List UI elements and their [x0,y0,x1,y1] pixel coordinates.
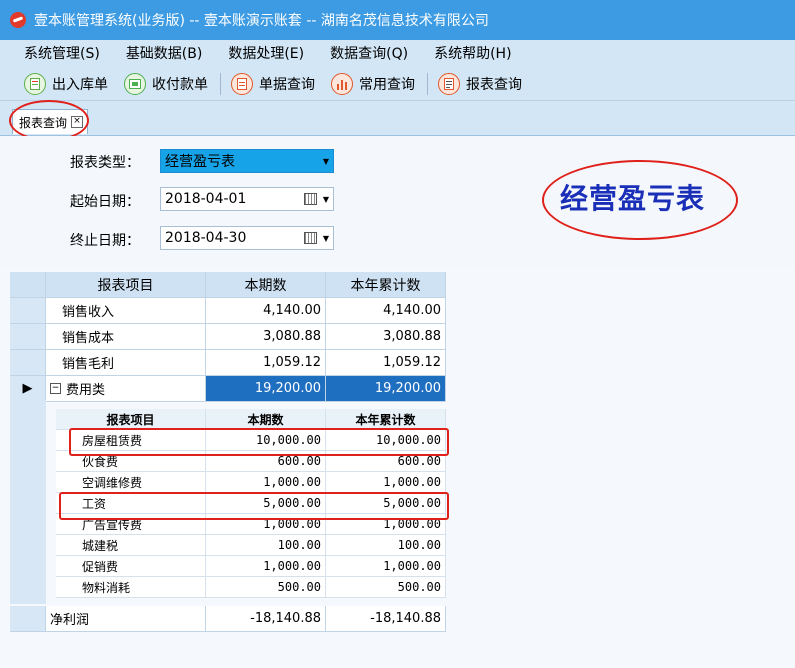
bar-chart-icon [331,73,353,95]
detail-item: 空调维修费 [56,472,206,493]
toolbar-separator [427,73,428,95]
row-ytd: -18,140.88 [326,606,446,632]
row-ytd: 4,140.00 [326,298,446,324]
common-query-label: 常用查询 [359,77,415,93]
table-row-selected[interactable]: ▶ − 费用类 19,200.00 19,200.00 [10,376,446,402]
detail-header-item[interactable]: 报表项目 [56,409,206,430]
row-current: 19,200.00 [206,376,326,402]
detail-current: 1,000.00 [206,556,326,577]
window-title: 壹本账管理系统(业务版) -- 壹本账演示账套 -- 湖南名茂信息技术有限公司 [34,13,489,29]
highlight-rent-row [69,428,449,456]
detail-ytd: 1,000.00 [326,472,446,493]
tab-strip: 报表查询 × [0,101,795,136]
tab-highlight-circle [9,100,89,141]
menu-data-query[interactable]: 数据查询(Q) [318,40,420,68]
list-item[interactable]: 促销费 1,000.00 1,000.00 [56,556,446,577]
list-item[interactable]: 物料消耗 500.00 500.00 [56,577,446,598]
column-header-current[interactable]: 本期数 [206,272,326,298]
toolbar: 出入库单 收付款单 单据查询 常用查询 报表查询 [0,68,795,101]
start-date-value: 2018-04-01 [165,191,247,207]
table-row[interactable]: 销售毛利 1,059.12 1,059.12 [10,350,446,376]
start-date-label: 起始日期： [70,194,140,210]
annotation-circle [542,160,738,240]
report-type-value: 经营盈亏表 [165,154,235,170]
toolbar-separator [220,73,221,95]
row-indicator [10,272,46,298]
row-indicator[interactable] [10,298,46,324]
row-indicator[interactable] [10,606,46,632]
row-item: 净利润 [46,606,206,632]
row-ytd: 19,200.00 [326,376,446,402]
report-type-label: 报表类型： [70,155,140,171]
detail-item: 城建税 [56,535,206,556]
calendar-icon[interactable] [304,193,317,205]
detail-item: 促销费 [56,556,206,577]
row-item: 销售毛利 [46,350,206,376]
row-current: 3,080.88 [206,324,326,350]
detail-indicator-column [10,400,46,604]
calendar-icon[interactable] [304,232,317,244]
start-date-field[interactable]: 2018-04-01 ▼ [160,187,334,211]
table-row[interactable]: 销售成本 3,080.88 3,080.88 [10,324,446,350]
detail-ytd: 100.00 [326,535,446,556]
detail-ytd: 500.00 [326,577,446,598]
detail-current: 1,000.00 [206,472,326,493]
end-date-value: 2018-04-30 [165,230,247,246]
detail-ytd: 1,000.00 [326,556,446,577]
end-date-label: 终止日期： [70,233,140,249]
chevron-down-icon[interactable]: ▼ [319,157,333,166]
stock-doc-icon [24,73,46,95]
row-current: 4,140.00 [206,298,326,324]
report-type-select[interactable]: 经营盈亏表 ▼ [160,149,334,173]
stock-doc-label: 出入库单 [52,77,108,93]
detail-header-row: 报表项目 本期数 本年累计数 [56,409,446,430]
menu-basic-data[interactable]: 基础数据(B) [114,40,215,68]
menu-bar: 系统管理(S) 基础数据(B) 数据处理(E) 数据查询(Q) 系统帮助(H) [0,40,795,68]
grid-header-row: 报表项目 本期数 本年累计数 [10,272,446,298]
payment-label: 收付款单 [152,77,208,93]
menu-system[interactable]: 系统管理(S) [12,40,112,68]
report-query-button[interactable]: 报表查询 [434,71,526,97]
table-row[interactable]: 销售收入 4,140.00 4,140.00 [10,298,446,324]
detail-item: 物料消耗 [56,577,206,598]
end-date-field[interactable]: 2018-04-30 ▼ [160,226,334,250]
row-indicator[interactable] [10,350,46,376]
row-indicator[interactable] [10,324,46,350]
detail-header-ytd[interactable]: 本年累计数 [326,409,446,430]
list-item[interactable]: 城建税 100.00 100.00 [56,535,446,556]
row-ytd: 3,080.88 [326,324,446,350]
row-ytd: 1,059.12 [326,350,446,376]
detail-current: 500.00 [206,577,326,598]
detail-current: 100.00 [206,535,326,556]
chevron-down-icon[interactable]: ▼ [319,195,333,204]
row-item: 销售收入 [46,298,206,324]
common-query-button[interactable]: 常用查询 [327,71,419,97]
menu-data-processing[interactable]: 数据处理(E) [216,40,316,68]
title-bar: 壹本账管理系统(业务版) -- 壹本账演示账套 -- 湖南名茂信息技术有限公司 [0,0,795,40]
list-item[interactable]: 空调维修费 1,000.00 1,000.00 [56,472,446,493]
payment-button[interactable]: 收付款单 [120,71,212,97]
table-row-total[interactable]: 净利润 -18,140.88 -18,140.88 [10,606,446,632]
app-logo-icon [10,12,26,28]
row-current: 1,059.12 [206,350,326,376]
row-item: − 费用类 [46,376,206,402]
report-query-label: 报表查询 [466,77,522,93]
row-current: -18,140.88 [206,606,326,632]
detail-header-current[interactable]: 本期数 [206,409,326,430]
row-item-label: 费用类 [66,383,106,398]
menu-help[interactable]: 系统帮助(H) [422,40,523,68]
payment-icon [124,73,146,95]
report-icon [438,73,460,95]
column-header-ytd[interactable]: 本年累计数 [326,272,446,298]
collapse-icon[interactable]: − [50,383,61,394]
document-search-button[interactable]: 单据查询 [227,71,319,97]
chevron-down-icon[interactable]: ▼ [319,234,333,243]
row-item: 销售成本 [46,324,206,350]
current-row-arrow-icon[interactable]: ▶ [10,376,46,402]
document-search-icon [231,73,253,95]
column-header-item[interactable]: 报表项目 [46,272,206,298]
stock-doc-button[interactable]: 出入库单 [20,71,112,97]
document-search-label: 单据查询 [259,77,315,93]
highlight-salary-row [59,492,449,520]
